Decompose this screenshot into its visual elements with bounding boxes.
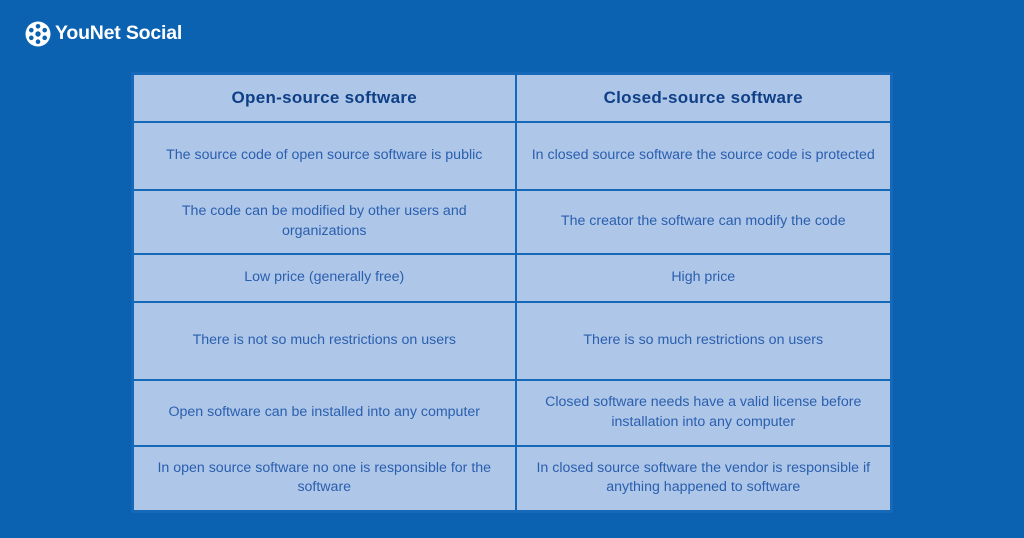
table-head: Open-source software Closed-source softw…: [131, 72, 893, 123]
table-body: The source code of open source software …: [131, 120, 893, 513]
cell-closed-source: In closed source software the vendor is …: [514, 444, 893, 513]
cell-open-source: The code can be modified by other users …: [131, 188, 517, 255]
column-header-open-source: Open-source software: [131, 72, 517, 123]
younet-network-circle-icon: [25, 21, 51, 47]
cell-closed-source: High price: [514, 252, 893, 303]
cell-closed-source: There is so much restrictions on users: [514, 300, 893, 381]
comparison-table: Open-source software Closed-source softw…: [131, 72, 893, 513]
table-row: The source code of open source software …: [131, 120, 893, 191]
table-row: Open software can be installed into any …: [131, 378, 893, 447]
table-row: In open source software no one is respon…: [131, 444, 893, 513]
table-row: Low price (generally free) High price: [131, 252, 893, 303]
table-row: The code can be modified by other users …: [131, 188, 893, 255]
cell-open-source: Open software can be installed into any …: [131, 378, 517, 447]
brand-name: YouNet Social: [55, 22, 183, 45]
cell-open-source: Low price (generally free): [131, 252, 517, 303]
column-header-closed-source: Closed-source software: [514, 72, 893, 123]
cell-open-source: In open source software no one is respon…: [131, 444, 517, 513]
cell-open-source: There is not so much restrictions on use…: [131, 300, 517, 381]
cell-closed-source: The creator the software can modify the …: [514, 188, 893, 255]
cell-open-source: The source code of open source software …: [131, 120, 517, 191]
table-header-row: Open-source software Closed-source softw…: [131, 72, 893, 123]
table-row: There is not so much restrictions on use…: [131, 300, 893, 381]
cell-closed-source: Closed software needs have a valid licen…: [514, 378, 893, 447]
brand-logo: YouNet Social: [25, 19, 182, 49]
cell-closed-source: In closed source software the source cod…: [514, 120, 893, 191]
comparison-table-container: Open-source software Closed-source softw…: [131, 72, 893, 513]
